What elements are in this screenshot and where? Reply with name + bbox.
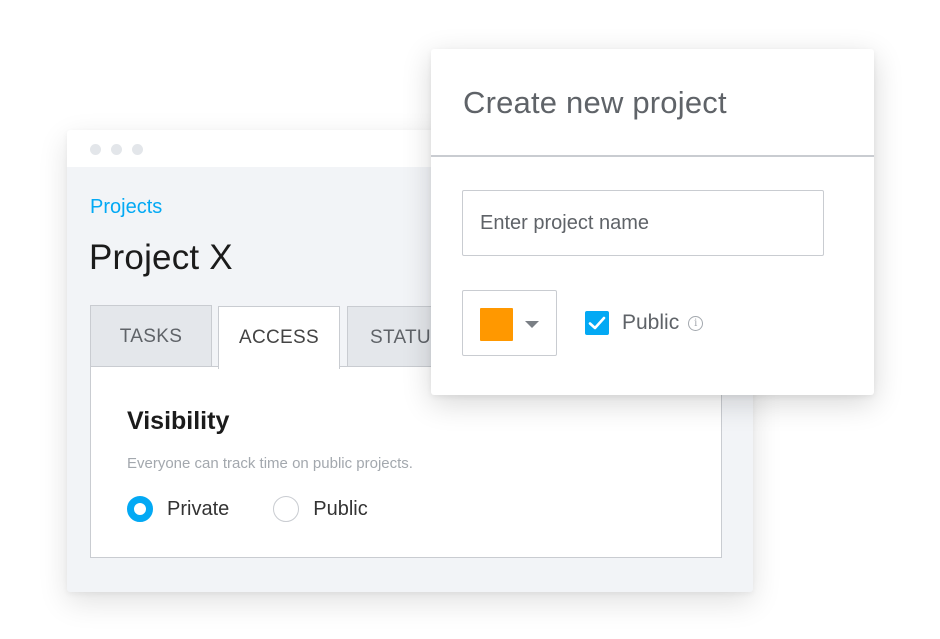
info-icon[interactable]: i bbox=[688, 315, 704, 331]
public-checkbox[interactable] bbox=[585, 311, 609, 335]
tab-tasks[interactable]: TASKS bbox=[90, 305, 212, 367]
page-title: Project X bbox=[89, 238, 233, 277]
chevron-down-icon bbox=[525, 321, 539, 328]
checkmark-icon bbox=[588, 316, 606, 330]
public-radio-label[interactable]: Public bbox=[313, 498, 367, 521]
visibility-options: Private Public bbox=[127, 496, 368, 522]
public-radio[interactable] bbox=[273, 496, 300, 522]
project-name-input[interactable] bbox=[462, 190, 824, 256]
window-dot-icon bbox=[90, 144, 101, 155]
color-swatch bbox=[480, 308, 513, 341]
public-checkbox-label[interactable]: Public bbox=[622, 311, 679, 335]
private-radio[interactable] bbox=[127, 496, 153, 522]
visibility-description: Everyone can track time on public projec… bbox=[127, 455, 413, 472]
create-project-modal: Create new project Public i bbox=[431, 49, 874, 395]
modal-divider bbox=[431, 155, 874, 157]
window-dot-icon bbox=[111, 144, 122, 155]
modal-title: Create new project bbox=[463, 85, 727, 120]
tab-access[interactable]: ACCESS bbox=[218, 306, 340, 369]
public-checkbox-row: Public i bbox=[585, 311, 704, 335]
visibility-heading: Visibility bbox=[127, 407, 230, 435]
window-dot-icon bbox=[132, 144, 143, 155]
breadcrumb-projects[interactable]: Projects bbox=[90, 196, 162, 219]
color-picker-dropdown[interactable] bbox=[462, 290, 557, 356]
private-radio-label[interactable]: Private bbox=[167, 498, 229, 521]
